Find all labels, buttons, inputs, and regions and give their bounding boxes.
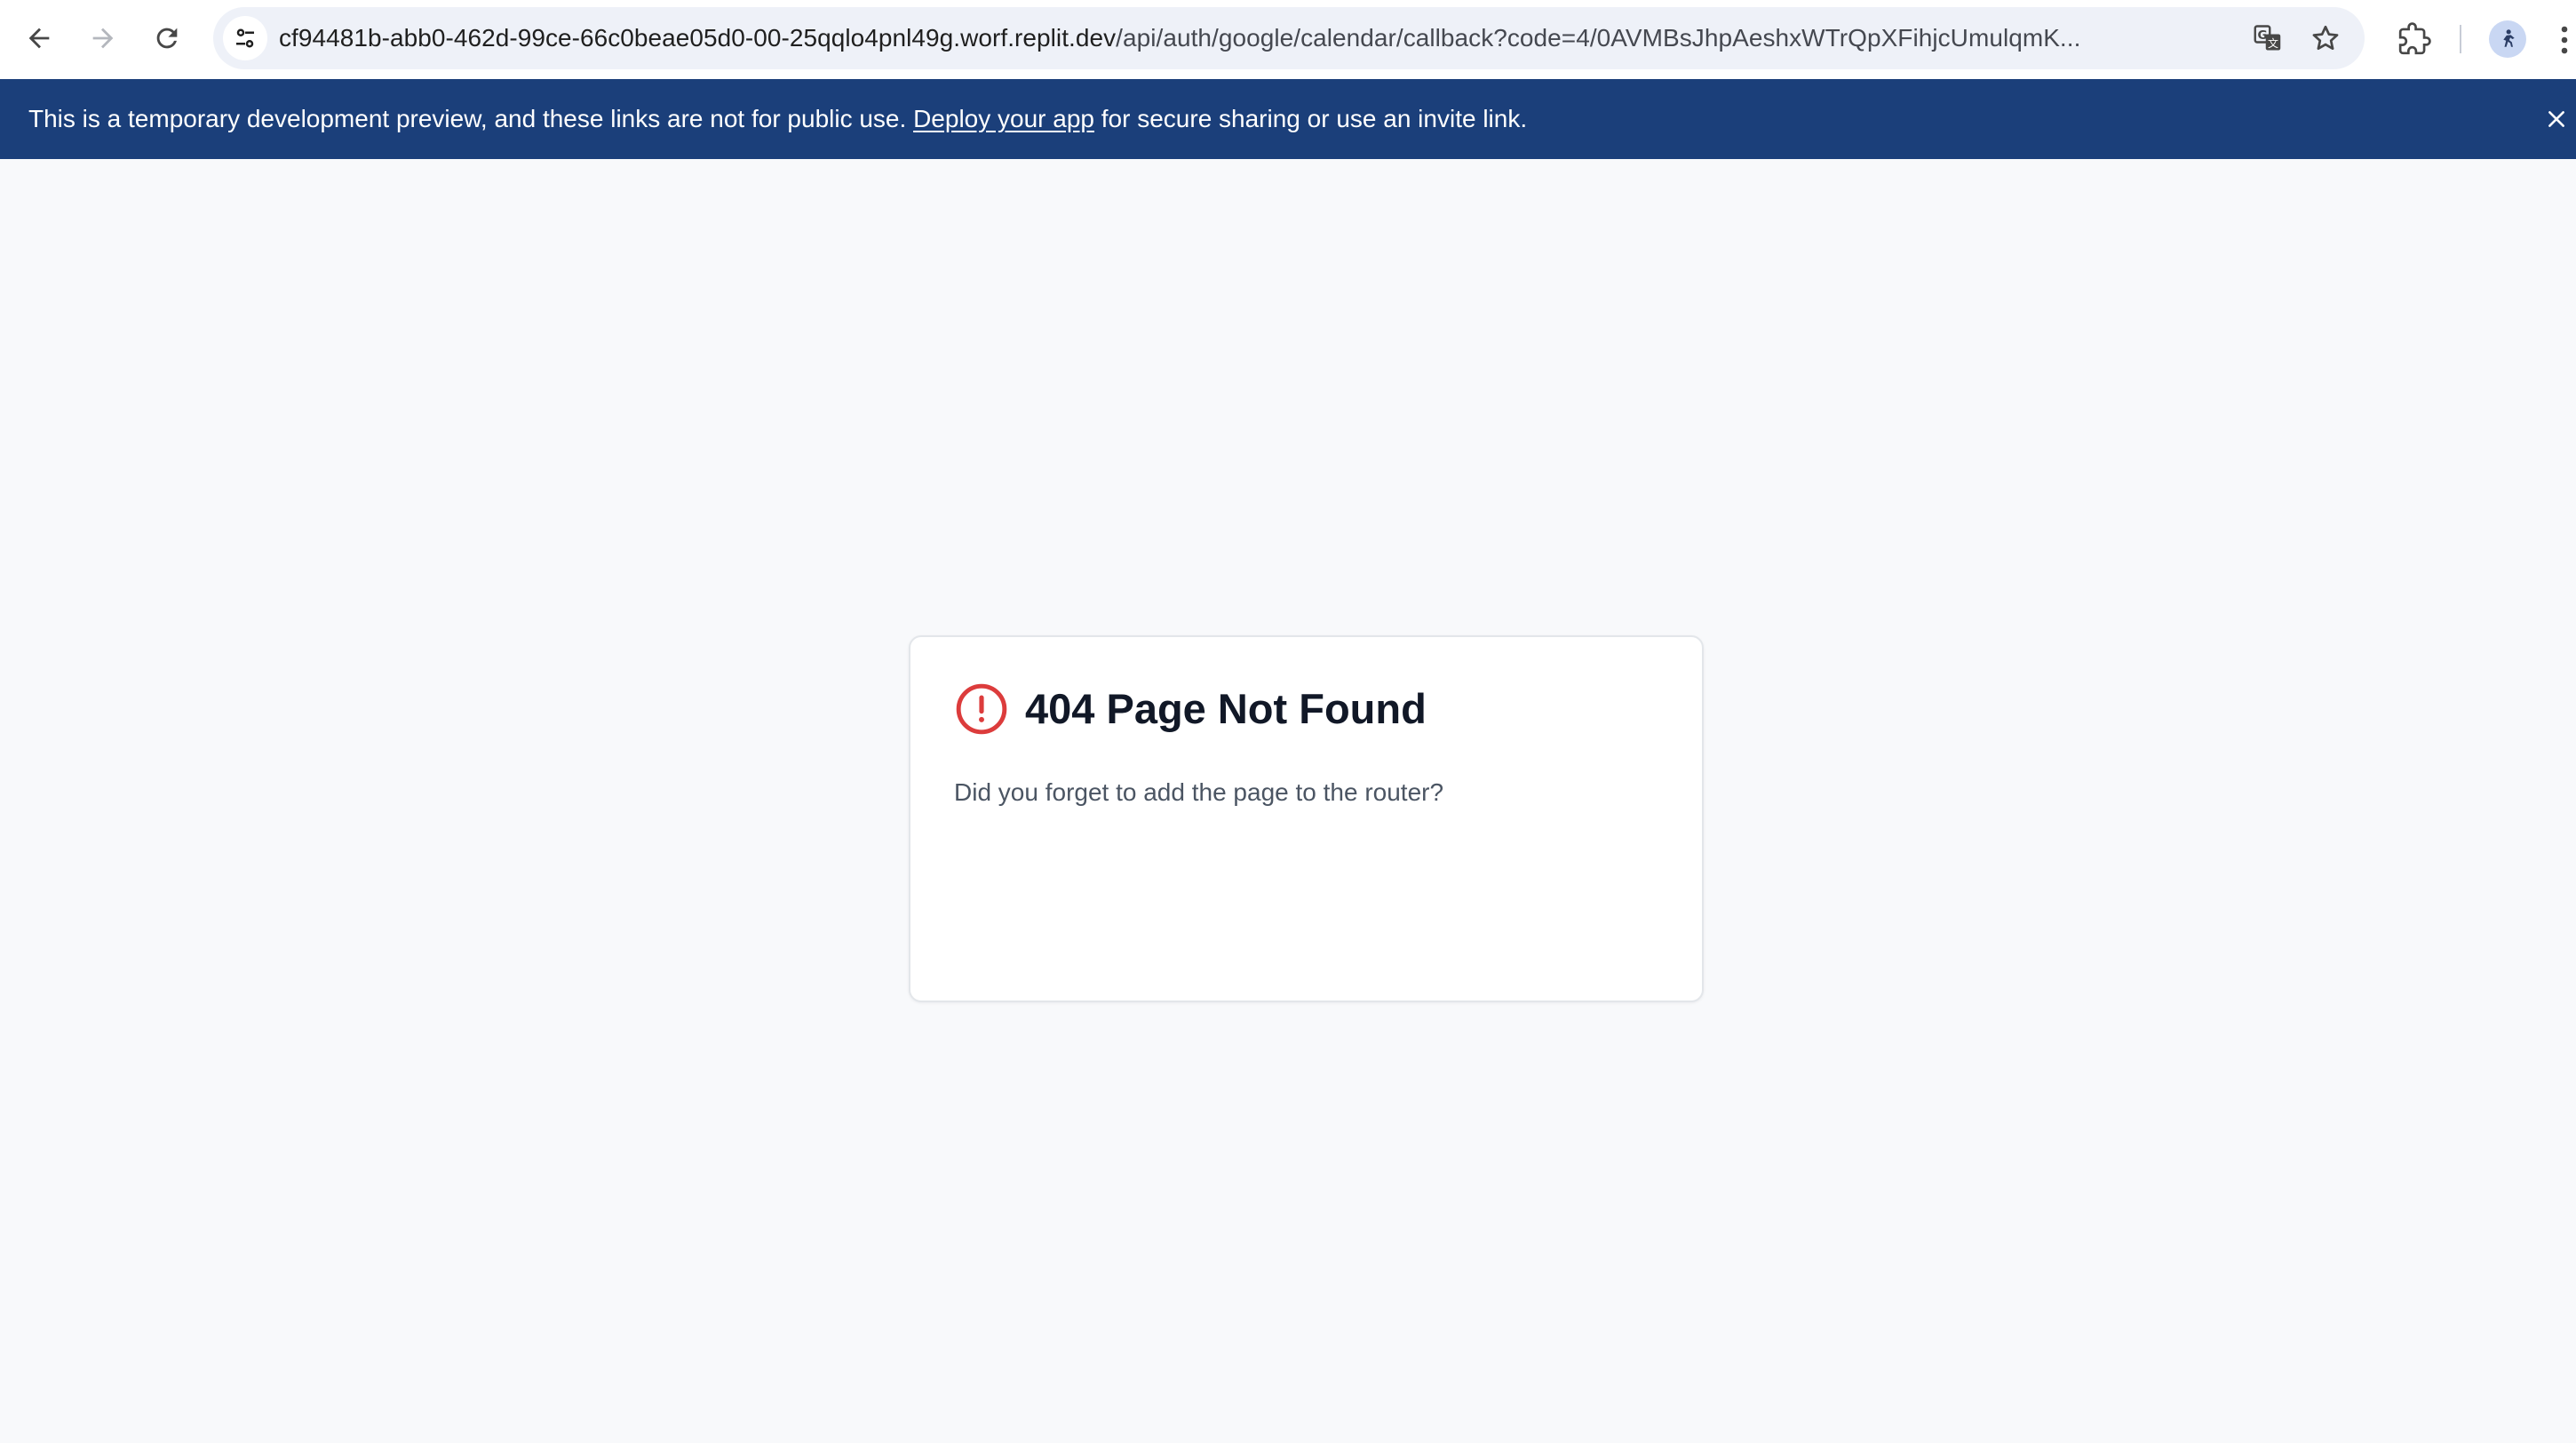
profile-avatar-button[interactable] (2489, 20, 2526, 58)
banner-message: This is a temporary development preview,… (28, 79, 1527, 159)
translate-button[interactable]: G 文 (2249, 20, 2286, 57)
address-bar[interactable]: cf94481b-abb0-462d-99ce-66c0beae05d0-00-… (213, 7, 2365, 69)
browser-toolbar: cf94481b-abb0-462d-99ce-66c0beae05d0-00-… (0, 0, 2576, 79)
puzzle-piece-icon (2398, 22, 2431, 55)
banner-close-button[interactable] (2540, 103, 2572, 135)
forward-arrow-icon (92, 28, 114, 49)
svg-text:文: 文 (2268, 36, 2278, 50)
url-path: /api/auth/google/calendar/callback?code=… (1116, 24, 2081, 52)
kebab-menu-icon (2561, 26, 2568, 54)
toolbar-divider (2460, 25, 2461, 53)
back-arrow-icon (28, 28, 50, 49)
not-found-card: 404 Page Not Found Did you forget to add… (909, 635, 1704, 1002)
banner-text-after: for secure sharing or use an invite link… (1101, 105, 1528, 132)
dev-preview-banner: This is a temporary development preview,… (0, 79, 2576, 159)
url-text[interactable]: cf94481b-abb0-462d-99ce-66c0beae05d0-00-… (279, 7, 2224, 69)
star-icon (2312, 25, 2339, 51)
profile-avatar-icon (2503, 29, 2515, 47)
url-host: cf94481b-abb0-462d-99ce-66c0beae05d0-00-… (279, 24, 1117, 52)
site-info-button[interactable] (223, 16, 267, 60)
extensions-button[interactable] (2392, 17, 2437, 61)
banner-text-before: This is a temporary development preview,… (28, 105, 907, 132)
bookmark-button[interactable] (2307, 20, 2344, 57)
site-info-tune-icon (236, 28, 254, 48)
page-title: 404 Page Not Found (1025, 685, 1427, 732)
browser-menu-button[interactable] (2553, 21, 2576, 59)
forward-button[interactable] (80, 15, 126, 61)
reload-icon (156, 28, 178, 49)
back-button[interactable] (16, 15, 62, 61)
close-icon (2548, 111, 2564, 127)
deploy-app-link[interactable]: Deploy your app (913, 105, 1094, 132)
alert-circle-icon (956, 683, 1007, 735)
reload-button[interactable] (144, 15, 190, 61)
error-description: Did you forget to add the page to the ro… (954, 778, 1444, 806)
translate-icon: G 文 (2254, 25, 2281, 51)
card-header: 404 Page Not Found (954, 682, 1427, 737)
